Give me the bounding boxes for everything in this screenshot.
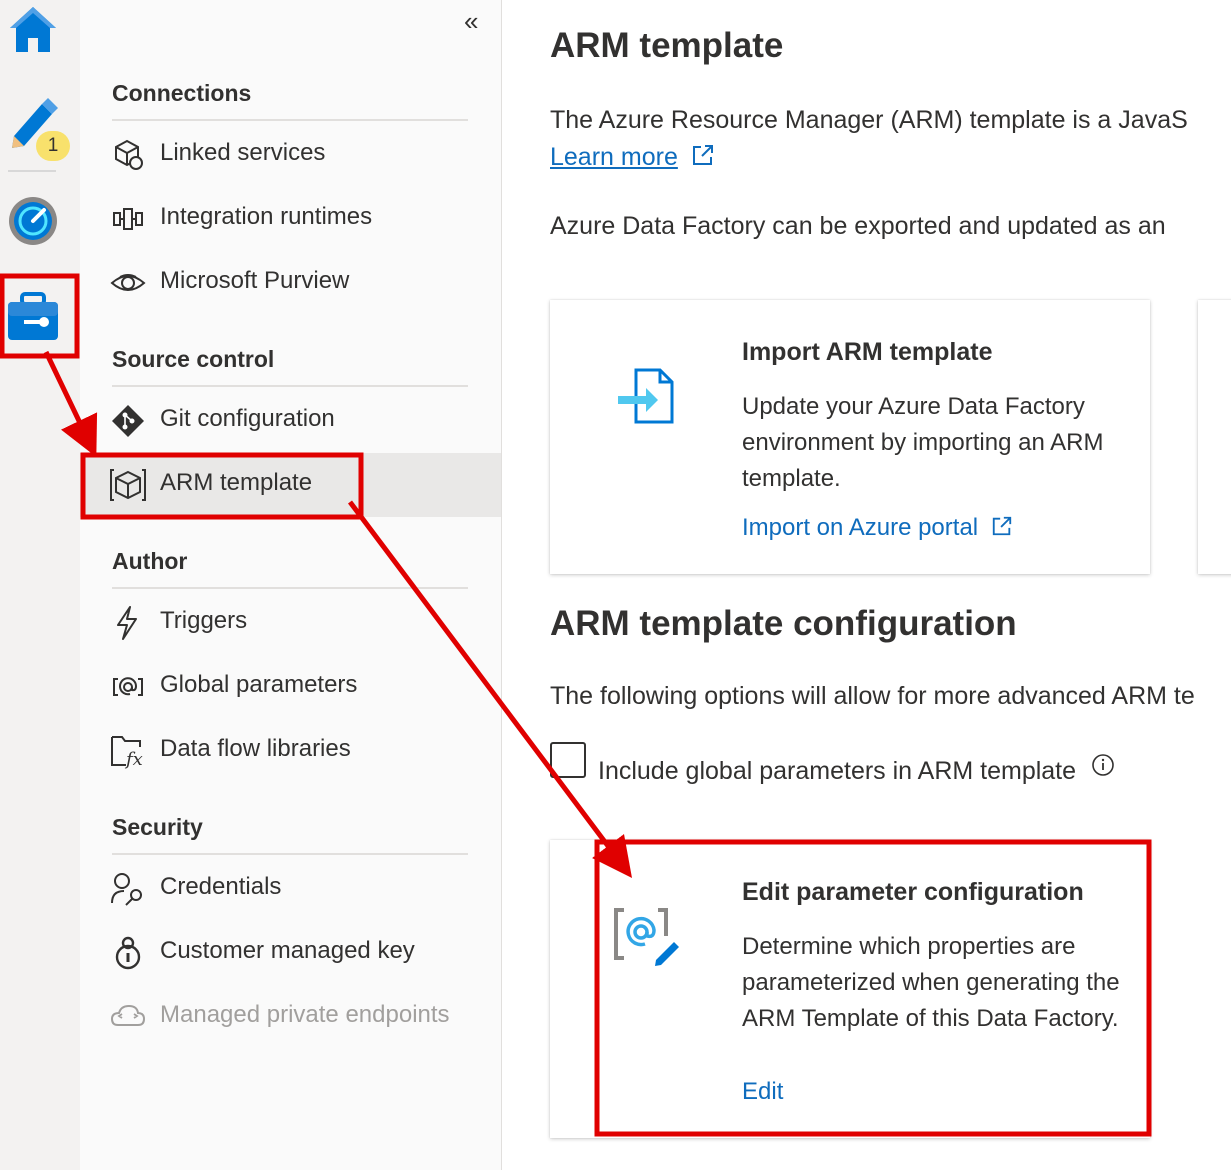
export-text: Azure Data Factory can be exported and u… — [550, 212, 1166, 240]
notification-badge: 1 — [36, 131, 70, 161]
section-security: Security — [112, 814, 203, 840]
section-connections: Connections — [112, 80, 252, 106]
collapse-nav-button[interactable]: « — [464, 8, 478, 34]
data-flow-library-fx-icon: fx — [110, 733, 146, 770]
purview-eye-icon — [110, 265, 146, 301]
nav-label: Managed private endpoints — [160, 1001, 450, 1028]
section-divider — [112, 853, 468, 855]
nav-item-managed-private-endpoints: Managed private endpoints — [80, 985, 501, 1049]
nav-label: Git configuration — [160, 405, 335, 432]
section-divider — [112, 385, 468, 387]
config-description: The following options will allow for mor… — [550, 682, 1195, 710]
nav-item-data-flow-libraries[interactable]: fx Data flow libraries — [80, 719, 501, 783]
nav-item-microsoft-purview[interactable]: Microsoft Purview — [80, 251, 501, 315]
credentials-person-key-icon — [110, 871, 146, 907]
section-divider — [112, 119, 468, 121]
monitor-gauge-icon[interactable] — [6, 194, 60, 248]
nav-label: Triggers — [160, 607, 248, 634]
arm-template-cube-icon — [110, 467, 146, 503]
edit-card-description: Determine which properties are parameter… — [742, 933, 1120, 1032]
intro-text: The Azure Resource Manager (ARM) templat… — [550, 106, 1188, 134]
cloud-endpoint-icon — [110, 999, 146, 1035]
export-arm-template-card — [1198, 300, 1231, 574]
import-link-label: Import on Azure portal — [742, 514, 979, 541]
nav-label: Microsoft Purview — [160, 267, 350, 294]
nav-label: ARM template — [160, 469, 313, 496]
section-source-control: Source control — [112, 346, 275, 372]
nav-label: Data flow libraries — [160, 735, 351, 762]
nav-item-integration-runtimes[interactable]: Integration runtimes — [80, 187, 501, 251]
arm-template-page: ARM template The Azure Resource Manager … — [502, 0, 1231, 1170]
svg-text:fx: fx — [124, 749, 143, 769]
learn-more-link[interactable]: Learn more — [550, 143, 678, 171]
config-section-title: ARM template configuration — [550, 604, 1017, 643]
include-global-parameters-label: Include global parameters in ARM templat… — [598, 753, 1115, 786]
nav-label: Linked services — [160, 139, 326, 166]
nav-item-arm-template[interactable]: ARM template — [80, 453, 501, 517]
learn-more-row: Learn more — [550, 143, 715, 172]
page-title: ARM template — [550, 26, 784, 65]
section-author: Author — [112, 548, 188, 574]
info-icon[interactable] — [1091, 753, 1115, 777]
manage-nav-panel: « Connections Linked services Integratio… — [80, 0, 502, 1170]
integration-runtime-icon — [110, 201, 146, 237]
section-divider — [112, 587, 468, 589]
import-on-azure-portal-link[interactable]: Import on Azure portal — [742, 514, 1013, 542]
import-card-description: Update your Azure Data Factory environme… — [742, 393, 1104, 492]
parameter-edit-icon — [614, 908, 679, 966]
nav-item-linked-services[interactable]: Linked services — [80, 123, 501, 187]
nav-label: Integration runtimes — [160, 203, 373, 230]
git-icon — [110, 403, 146, 439]
import-document-icon — [618, 368, 674, 424]
nav-item-customer-managed-key[interactable]: Customer managed key — [80, 921, 501, 985]
edit-card-title: Edit parameter configuration — [742, 878, 1084, 906]
edit-link[interactable]: Edit — [742, 1078, 783, 1106]
nav-item-triggers[interactable]: Triggers — [80, 591, 501, 655]
left-rail: 1 — [0, 0, 80, 1170]
include-global-parameters-checkbox[interactable] — [550, 742, 586, 778]
linked-services-icon — [110, 137, 146, 173]
edit-parameter-configuration-card: Edit parameter configuration Determine w… — [550, 840, 1150, 1138]
nav-item-git-configuration[interactable]: Git configuration — [80, 389, 501, 453]
home-icon[interactable] — [6, 4, 60, 58]
nav-item-global-parameters[interactable]: Global parameters — [80, 655, 501, 719]
external-link-icon — [992, 516, 1011, 536]
key-lock-icon — [110, 935, 146, 971]
manage-toolbox-icon[interactable] — [6, 290, 60, 344]
rail-divider — [8, 170, 56, 172]
checkbox-label-text: Include global parameters in ARM templat… — [598, 757, 1077, 785]
lightning-icon — [110, 605, 146, 641]
import-card-title: Import ARM template — [742, 338, 993, 366]
external-link-icon — [692, 145, 713, 165]
nav-label: Customer managed key — [160, 937, 415, 964]
nav-label: Global parameters — [160, 671, 358, 698]
import-arm-template-card: Import ARM template Update your Azure Da… — [550, 300, 1150, 574]
global-parameters-icon — [110, 669, 146, 705]
nav-item-credentials[interactable]: Credentials — [80, 857, 501, 921]
nav-label: Credentials — [160, 873, 282, 900]
